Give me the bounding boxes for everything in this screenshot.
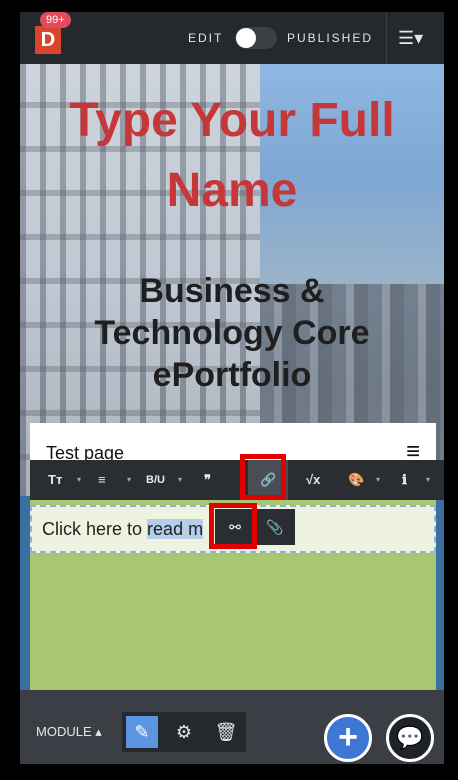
paperclip-icon[interactable]: 📎	[255, 509, 295, 545]
edit-publish-toggle[interactable]	[235, 27, 277, 49]
add-module-button[interactable]: +	[324, 714, 372, 762]
text-content[interactable]: Click here to read m	[42, 519, 204, 540]
format-caret-icon[interactable]: ▾	[178, 460, 182, 500]
edit-label: EDIT	[188, 31, 224, 45]
math-icon[interactable]: √x	[306, 460, 320, 500]
hero-name-line2: Name	[166, 164, 298, 217]
paint-icon[interactable]: 🎨	[348, 460, 364, 500]
list-icon[interactable]: ≡	[98, 460, 106, 500]
text-size-icon[interactable]: Tт	[48, 460, 62, 500]
hero-name-line1: Type Your Full	[69, 94, 395, 147]
device-frame: D 99+ EDIT PUBLISHED ☰▾ Type Your Full N…	[0, 0, 458, 780]
module-actions: ✎ ⚙ 🗑	[122, 712, 246, 752]
hero-subtitle[interactable]: Business & Technology Core ePortfolio	[20, 270, 444, 396]
editor-toolbar: Tт ▾ ≡ ▾ B/U ▾ ❞ 🔗 √x 🎨 ▾ ℹ ▾	[30, 460, 444, 500]
text-size-caret-icon[interactable]: ▾	[77, 460, 81, 500]
app-logo[interactable]: D	[35, 26, 61, 54]
hero-name[interactable]: Type Your Full Name	[20, 86, 444, 226]
hero-subtitle-line3: ePortfolio	[152, 356, 312, 394]
chat-button[interactable]: 💬	[386, 714, 434, 762]
text-selection: read m	[147, 519, 204, 539]
divider	[386, 12, 387, 64]
bottom-bar: MODULE ▴ ✎ ⚙ 🗑 + 💬	[20, 690, 444, 764]
hero-subtitle-line1: Business &	[139, 272, 325, 310]
edit-icon[interactable]: ✎	[126, 716, 158, 748]
app-screen: D 99+ EDIT PUBLISHED ☰▾ Type Your Full N…	[20, 12, 444, 764]
toggle-knob	[236, 28, 256, 48]
paint-caret-icon[interactable]: ▾	[376, 460, 380, 500]
trash-icon[interactable]: 🗑	[210, 716, 242, 748]
hamburger-menu-icon[interactable]: ☰▾	[398, 29, 434, 49]
published-label: PUBLISHED	[287, 31, 374, 45]
gear-icon[interactable]: ⚙	[168, 716, 200, 748]
highlight-box-link	[209, 503, 257, 549]
info-icon[interactable]: ℹ	[402, 460, 407, 500]
notification-badge[interactable]: 99+	[40, 12, 71, 28]
hero-subtitle-line2: Technology Core	[94, 314, 370, 352]
highlight-box-attach	[240, 454, 286, 500]
bold-underline-icon[interactable]: B/U	[146, 460, 165, 500]
top-bar: D 99+ EDIT PUBLISHED ☰▾	[20, 12, 444, 64]
info-caret-icon[interactable]: ▾	[426, 460, 430, 500]
list-caret-icon[interactable]: ▾	[127, 460, 131, 500]
module-dropdown[interactable]: MODULE ▴	[36, 724, 102, 740]
text-before-selection: Click here to	[42, 519, 148, 539]
quote-icon[interactable]: ❞	[204, 460, 211, 500]
